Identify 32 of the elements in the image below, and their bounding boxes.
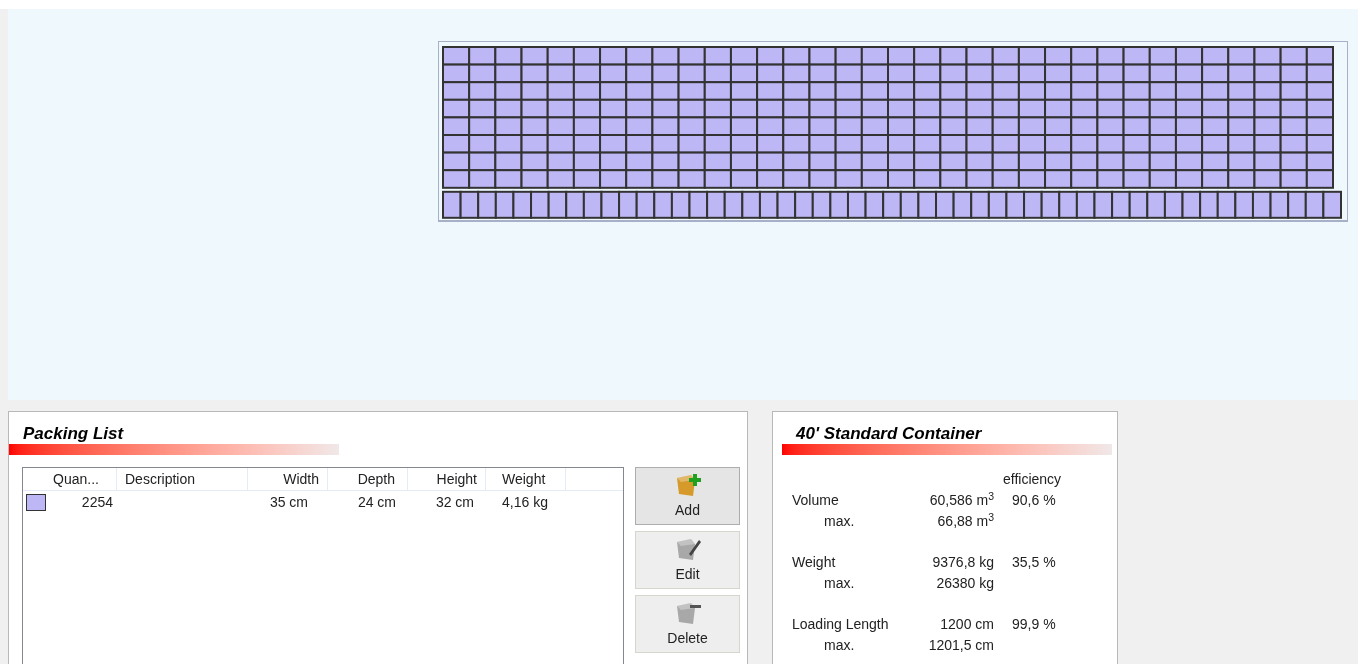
max-value: 26380 kg bbox=[935, 574, 994, 593]
max-label: max. bbox=[823, 636, 856, 655]
metric-efficiency: 99,9 % bbox=[1011, 615, 1056, 634]
edit-button[interactable]: Edit bbox=[635, 531, 740, 589]
panel-title: Packing List bbox=[22, 424, 125, 444]
table-cell-text: 4,16 kg bbox=[501, 492, 549, 512]
table-cell-text: 32 cm bbox=[434, 492, 475, 512]
add-button[interactable]: Add bbox=[635, 467, 740, 525]
table-cell-text: 24 cm bbox=[356, 492, 397, 512]
max-label: max. bbox=[823, 574, 856, 593]
metric-label: Weight bbox=[792, 553, 837, 572]
table-cell-text: 35 cm bbox=[268, 492, 309, 512]
panel-title: 40' Standard Container bbox=[795, 424, 983, 444]
metric-value: 60,586 m$^{3}$ bbox=[928, 490, 994, 510]
efficiency-heading: efficiency bbox=[1003, 470, 1062, 489]
metric-label: Volume bbox=[792, 491, 840, 510]
column-header[interactable]: Description bbox=[117, 468, 248, 490]
metric-label: Loading Length bbox=[792, 615, 890, 634]
column-header[interactable]: Weight bbox=[486, 468, 566, 490]
metric-efficiency: 35,5 % bbox=[1011, 553, 1056, 572]
table-cell-text: 2254 bbox=[80, 492, 114, 512]
column-header[interactable]: Depth bbox=[328, 468, 408, 490]
column-header[interactable]: Width bbox=[248, 468, 328, 490]
column-header[interactable]: Height bbox=[408, 468, 486, 490]
max-value: 66,88 m$^{3}$ bbox=[936, 511, 994, 531]
max-label: max. bbox=[823, 512, 856, 531]
metric-value: 9376,8 kg bbox=[931, 553, 994, 572]
metric-efficiency: 90,6 % bbox=[1011, 491, 1056, 510]
metric-value: 1200 cm bbox=[939, 615, 994, 634]
column-header[interactable]: Quan... bbox=[49, 468, 117, 490]
delete-button[interactable]: Delete bbox=[635, 595, 740, 653]
max-value: 1201,5 cm bbox=[927, 636, 994, 655]
